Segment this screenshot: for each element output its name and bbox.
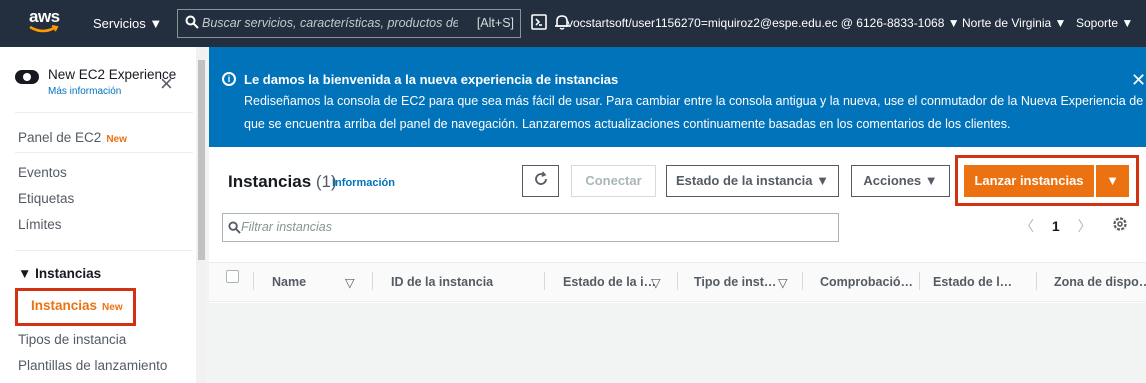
new-badge: New bbox=[106, 134, 127, 145]
sidebar-item-label: Panel de EC2 bbox=[18, 130, 102, 145]
aws-smile-icon bbox=[29, 25, 59, 33]
pagination: 〈 1 〉 bbox=[1020, 216, 1092, 236]
sidebar-section-instances[interactable]: ▼ Instancias bbox=[18, 266, 101, 281]
search-icon bbox=[185, 15, 199, 29]
actions-button[interactable]: Acciones ▼ bbox=[851, 165, 950, 197]
sidebar-close-icon[interactable]: × bbox=[160, 73, 173, 95]
search-shortcut: [Alt+S] bbox=[476, 16, 514, 30]
column-separator bbox=[372, 272, 373, 290]
sort-icon[interactable]: ▽ bbox=[651, 275, 661, 290]
search-icon bbox=[228, 221, 241, 234]
sort-icon[interactable]: ▽ bbox=[778, 275, 788, 290]
sidebar-item-limits[interactable]: Límites bbox=[18, 217, 62, 232]
banner-text: Rediseñamos la consola de EC2 para que s… bbox=[244, 94, 1146, 108]
banner-close-icon[interactable]: ✕ bbox=[1131, 70, 1146, 91]
support-menu[interactable]: Soporte ▼ bbox=[1076, 0, 1133, 47]
settings-gear-icon[interactable] bbox=[1111, 215, 1129, 233]
search-input[interactable]: Buscar servicios, características, produ… bbox=[177, 9, 521, 38]
sidebar-item-tags[interactable]: Etiquetas bbox=[18, 191, 74, 206]
sidebar-divider bbox=[15, 112, 193, 113]
sidebar-scroll-thumb[interactable] bbox=[198, 60, 205, 260]
instances-title: Instancias bbox=[228, 172, 312, 191]
account-menu[interactable]: vocstartsoft/user1156270=miquiroz2@espe.… bbox=[567, 0, 960, 47]
sidebar-divider bbox=[15, 250, 193, 251]
sidebar-item-events[interactable]: Eventos bbox=[18, 165, 67, 180]
banner-text: que se encuentra arriba del panel de nav… bbox=[244, 117, 1011, 131]
page-number[interactable]: 1 bbox=[1052, 218, 1060, 234]
sidebar-divider bbox=[15, 152, 193, 153]
column-separator bbox=[544, 272, 545, 290]
column-separator bbox=[802, 272, 803, 290]
aws-logo[interactable]: aws bbox=[29, 8, 69, 38]
region-selector[interactable]: Norte de Virginia ▼ bbox=[962, 0, 1066, 47]
column-separator bbox=[1036, 272, 1037, 290]
filter-placeholder: Filtrar instancias bbox=[241, 220, 332, 234]
sidebar-item-instances[interactable]: Instancias New bbox=[31, 298, 123, 313]
refresh-button[interactable] bbox=[522, 165, 559, 197]
more-info-link[interactable]: Más información bbox=[48, 86, 121, 97]
banner-title: Le damos la bienvenida a la nueva experi… bbox=[244, 72, 619, 87]
cloudshell-icon[interactable] bbox=[530, 13, 548, 31]
info-link[interactable]: Información bbox=[332, 177, 395, 189]
sidebar-item-instance-types[interactable]: Tipos de instancia bbox=[18, 332, 126, 347]
services-menu[interactable]: Servicios ▼ bbox=[93, 0, 162, 47]
table-body bbox=[209, 303, 1146, 383]
search-placeholder: Buscar servicios, características, produ… bbox=[202, 16, 458, 30]
column-separator bbox=[677, 272, 678, 290]
aws-logo-text: aws bbox=[29, 7, 60, 26]
column-header-name[interactable]: Name bbox=[272, 275, 306, 289]
filter-instances-input[interactable]: Filtrar instancias bbox=[222, 213, 839, 242]
info-icon: i bbox=[222, 72, 236, 86]
column-header-instance-id[interactable]: ID de la instancia bbox=[391, 275, 493, 289]
next-page-icon[interactable]: 〉 bbox=[1078, 218, 1092, 234]
prev-page-icon[interactable]: 〈 bbox=[1020, 218, 1034, 234]
column-header-instance-state[interactable]: Estado de la i… bbox=[563, 275, 656, 289]
column-header-alarm-status[interactable]: Estado de l… bbox=[933, 275, 1012, 289]
highlight-box-launch bbox=[955, 155, 1139, 206]
column-separator bbox=[253, 272, 254, 290]
new-experience-toggle[interactable] bbox=[15, 70, 39, 84]
sidebar-item-ec2-dashboard[interactable]: Panel de EC2 New bbox=[18, 130, 127, 145]
column-header-status-check[interactable]: Comprobació… bbox=[820, 275, 913, 289]
new-badge: New bbox=[102, 302, 123, 313]
column-separator bbox=[919, 272, 920, 290]
page-title: Instancias (1) bbox=[228, 172, 337, 192]
column-header-availability-zone[interactable]: Zona de dispo… bbox=[1054, 275, 1146, 289]
refresh-icon bbox=[534, 171, 547, 185]
sidebar-item-label: Instancias bbox=[31, 298, 98, 313]
instance-state-button[interactable]: Estado de la instancia ▼ bbox=[666, 165, 839, 197]
select-all-checkbox[interactable] bbox=[226, 270, 239, 283]
sort-icon[interactable]: ▽ bbox=[345, 275, 355, 290]
new-experience-label: New EC2 Experience bbox=[48, 67, 177, 82]
sidebar-item-launch-templates[interactable]: Plantillas de lanzamiento bbox=[18, 358, 167, 373]
column-header-instance-type[interactable]: Tipo de inst… bbox=[694, 275, 776, 289]
connect-button[interactable]: Conectar bbox=[571, 165, 656, 197]
